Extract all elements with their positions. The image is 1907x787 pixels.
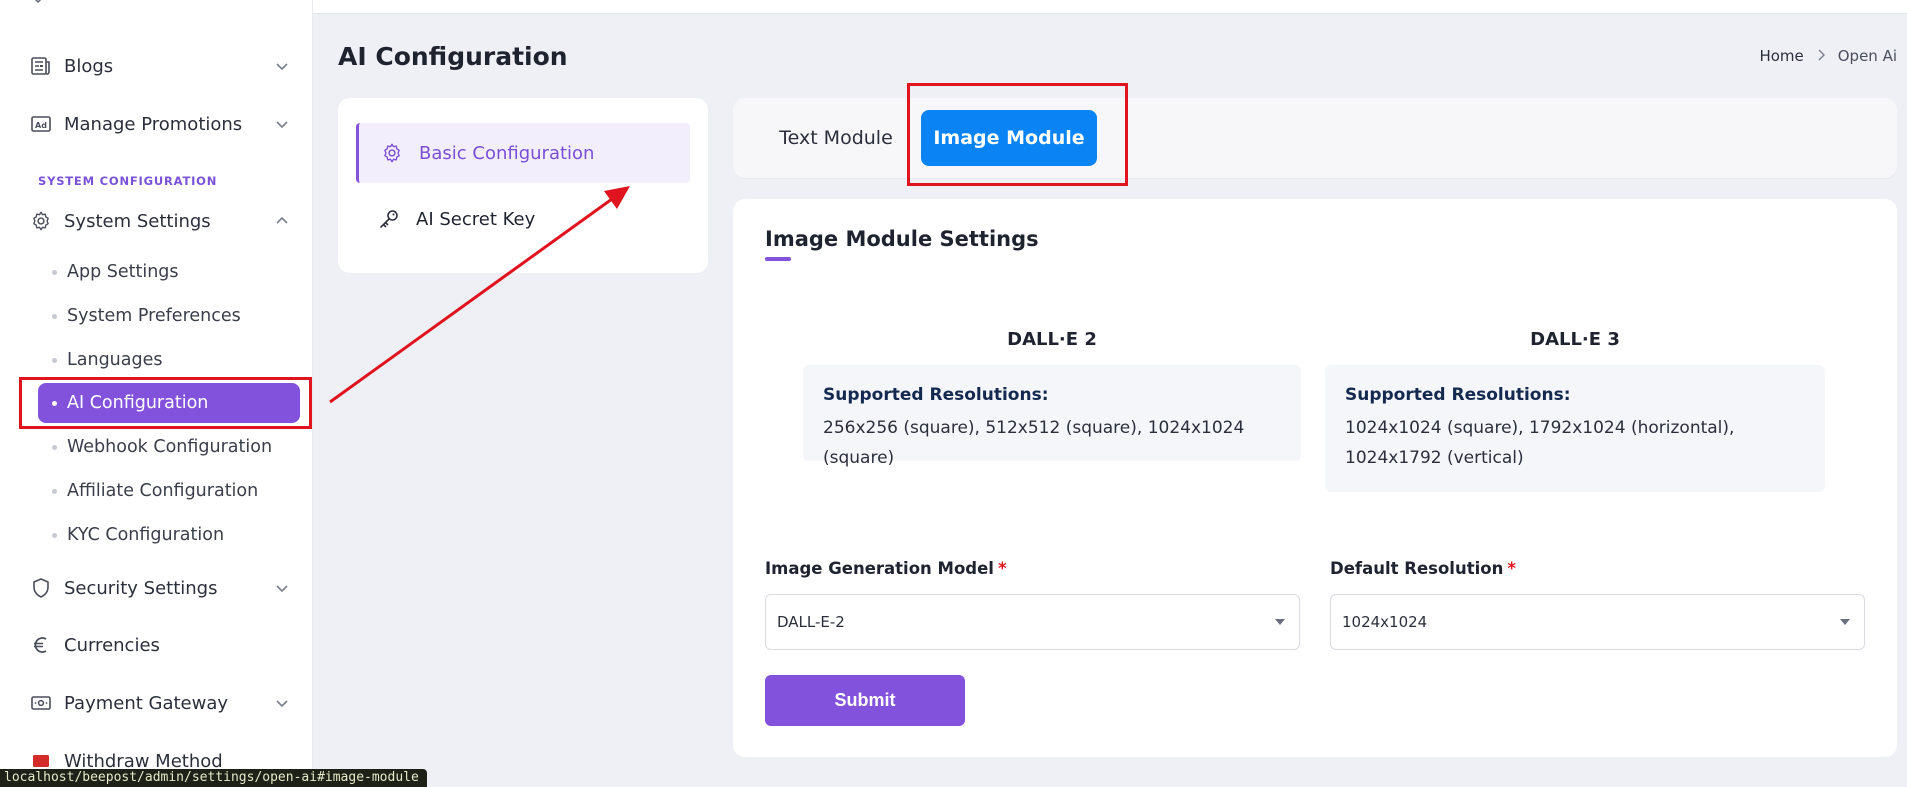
sidebar: Blogs Ad Manage Promotions SYSTEM CONFIG…	[0, 0, 313, 787]
sidebar-item-label: System Settings	[64, 210, 211, 232]
ad-icon: Ad	[28, 111, 54, 137]
sidebar-subitem-label: System Preferences	[67, 306, 241, 326]
settings-title: Image Module Settings	[765, 227, 1039, 251]
sidebar-item-security-settings[interactable]: Security Settings	[28, 571, 290, 605]
supported-resolutions-label: Supported Resolutions:	[823, 385, 1049, 405]
sidebar-item-label: Blogs	[64, 55, 114, 77]
sidebar-item-label: Security Settings	[64, 577, 218, 599]
default-resolution-select[interactable]: 1024x1024	[1330, 594, 1865, 650]
sidebar-item-system-settings[interactable]: System Settings	[28, 204, 290, 238]
chevron-down-icon	[274, 695, 290, 711]
select-value: DALL-E-2	[777, 613, 845, 631]
sidebar-subitem-languages[interactable]: Languages	[52, 345, 162, 375]
sidebar-subitem-ai-configuration[interactable]: AI Configuration	[38, 383, 300, 423]
bullet-dot	[52, 269, 57, 275]
sidebar-subitem-label: Languages	[67, 350, 163, 370]
default-resolution-label: Default Resolution *	[1330, 559, 1516, 578]
required-mark: *	[997, 559, 1007, 578]
sidebar-item-label: Currencies	[64, 634, 160, 656]
config-menu-label: AI Secret Key	[416, 208, 536, 230]
sidebar-item-blogs[interactable]: Blogs	[28, 49, 290, 83]
image-generation-model-select[interactable]: DALL-E-2	[765, 594, 1300, 650]
bullet-dot	[52, 357, 57, 363]
supported-resolutions-value: 1024x1024 (square), 1792x1024 (horizonta…	[1345, 418, 1735, 468]
sidebar-subitem-affiliate-configuration[interactable]: Affiliate Configuration	[52, 476, 258, 506]
svg-text:Ad: Ad	[35, 121, 47, 130]
breadcrumb: Home Open Ai	[1759, 47, 1897, 65]
sidebar-subitem-label: App Settings	[67, 262, 179, 282]
bullet-dot	[52, 444, 57, 450]
chevron-right-icon	[1816, 47, 1826, 65]
payment-icon	[28, 690, 54, 716]
status-bar-url: localhost/beepost/admin/settings/open-ai…	[0, 769, 427, 787]
field-label-text: Default Resolution	[1330, 559, 1504, 578]
tab-text-module[interactable]: Text Module	[761, 110, 911, 166]
blog-icon	[28, 53, 54, 79]
sidebar-item-manage-promotions[interactable]: Ad Manage Promotions	[28, 107, 290, 141]
bullet-dot	[52, 313, 57, 319]
sidebar-subitem-webhook-configuration[interactable]: Webhook Configuration	[52, 432, 272, 462]
sidebar-item-label: Payment Gateway	[64, 692, 229, 714]
bullet-dot	[52, 400, 57, 406]
title-underline	[765, 257, 791, 261]
sidebar-subitem-app-settings[interactable]: App Settings	[52, 257, 179, 287]
sidebar-subitem-kyc-configuration[interactable]: KYC Configuration	[52, 520, 224, 550]
model-heading-dalle-3: DALL·E 3	[1530, 329, 1620, 350]
caret-down-icon	[1275, 619, 1285, 625]
image-module-settings-card: Image Module Settings DALL·E 2 Supported…	[733, 199, 1897, 757]
page-title: AI Configuration	[338, 42, 568, 71]
sidebar-item-payment-gateway[interactable]: Payment Gateway	[28, 686, 290, 720]
sidebar-item-currencies[interactable]: Currencies	[28, 628, 290, 662]
sidebar-subitem-label: KYC Configuration	[67, 525, 225, 545]
shield-icon	[28, 575, 54, 601]
required-mark: *	[1507, 559, 1516, 578]
top-bar	[313, 0, 1907, 14]
breadcrumb-home-link[interactable]: Home	[1759, 47, 1803, 65]
bullet-dot	[52, 532, 57, 538]
field-label-text: Image Generation Model	[765, 559, 994, 578]
euro-icon	[28, 632, 54, 658]
sidebar-subitem-label: Webhook Configuration	[67, 437, 273, 457]
config-menu-card: Basic Configuration AI Secret Key	[338, 98, 708, 273]
supported-resolutions-value: 256x256 (square), 512x512 (square), 1024…	[823, 418, 1245, 468]
chevron-fragment-icon	[30, 0, 48, 14]
tab-image-module[interactable]: Image Module	[921, 110, 1097, 166]
chevron-down-icon	[274, 580, 290, 596]
config-menu-basic-configuration[interactable]: Basic Configuration	[356, 123, 690, 183]
gear-icon	[28, 208, 54, 234]
bullet-dot	[52, 488, 57, 494]
submit-button[interactable]: Submit	[765, 675, 965, 726]
sidebar-subitem-system-preferences[interactable]: System Preferences	[52, 301, 241, 331]
breadcrumb-current: Open Ai	[1837, 47, 1897, 65]
model-info-dalle-3: Supported Resolutions: 1024x1024 (square…	[1325, 365, 1825, 492]
chevron-down-icon	[274, 116, 290, 132]
sidebar-subitem-label: AI Configuration	[67, 393, 209, 413]
select-value: 1024x1024	[1342, 613, 1428, 631]
sidebar-item-label: Manage Promotions	[64, 113, 243, 135]
config-menu-label: Basic Configuration	[419, 142, 595, 164]
caret-down-icon	[1840, 619, 1850, 625]
image-generation-model-label: Image Generation Model *	[765, 559, 1007, 578]
module-tabs: Text Module Image Module	[733, 98, 1897, 178]
gear-icon	[379, 140, 405, 166]
config-menu-ai-secret-key[interactable]: AI Secret Key	[356, 189, 690, 249]
supported-resolutions-label: Supported Resolutions:	[1345, 385, 1571, 405]
chevron-down-icon	[274, 58, 290, 74]
key-icon	[376, 206, 402, 232]
model-info-dalle-2: Supported Resolutions: 256x256 (square),…	[803, 365, 1301, 468]
section-label-system-configuration: SYSTEM CONFIGURATION	[38, 174, 218, 188]
chevron-up-icon	[274, 213, 290, 229]
model-heading-dalle-2: DALL·E 2	[1007, 329, 1097, 350]
sidebar-subitem-label: Affiliate Configuration	[67, 481, 259, 501]
